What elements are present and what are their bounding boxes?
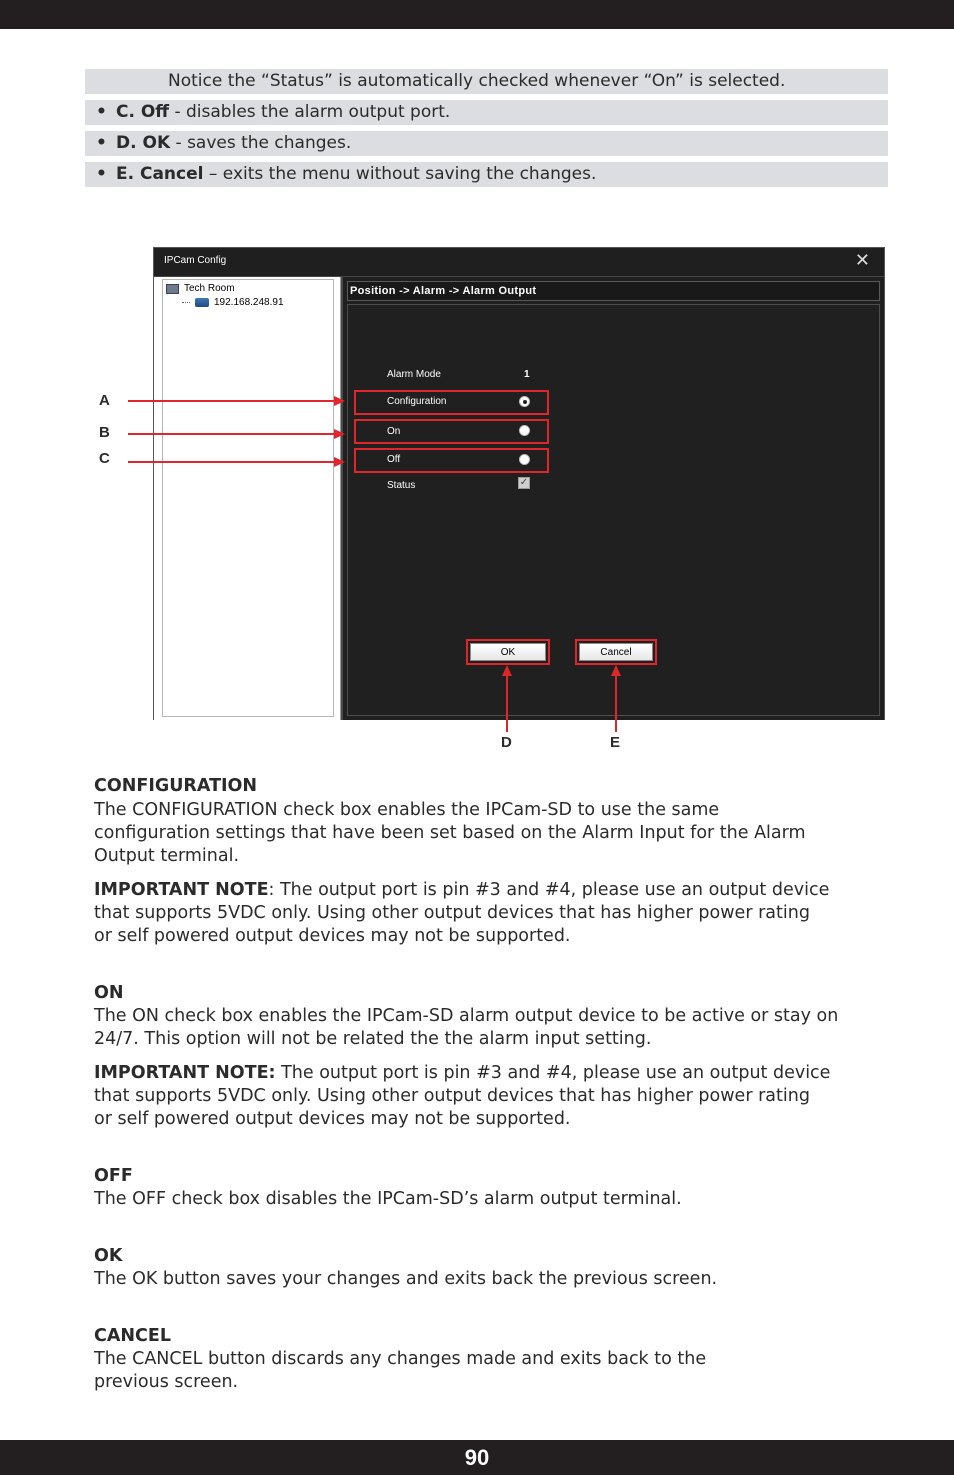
callout-a: A xyxy=(99,392,110,409)
bullet-list: Notice the “Status” is automatically che… xyxy=(85,69,888,193)
bullet-dot-icon: • xyxy=(96,164,107,184)
configuration-line: configuration settings that have been se… xyxy=(94,823,806,843)
ipcam-config-screenshot: IPCam Config ✕ Tech Room 192.168.248.91 … xyxy=(153,247,885,720)
on-line: The ON check box enables the IPCam-SD al… xyxy=(94,1006,839,1026)
important-note-text: The output port is pin #3 and #4, please… xyxy=(275,1063,831,1083)
status-checkbox[interactable]: ✓ xyxy=(518,477,530,489)
status-note: Notice the “Status” is automatically che… xyxy=(85,69,888,94)
breadcrumb: Position -> Alarm -> Alarm Output xyxy=(347,281,880,301)
important-note-line: or self powered output devices may not b… xyxy=(94,1109,571,1129)
configuration-body: The CONFIGURATION check box enables the … xyxy=(94,799,934,868)
arrow-b-line xyxy=(128,433,335,435)
footer-bar: 90 xyxy=(0,1440,954,1475)
bullet-item-cancel: • E. Cancel – exits the menu without savi… xyxy=(85,162,888,187)
off-radio[interactable] xyxy=(519,454,530,465)
bullet-label: C. Off xyxy=(116,102,170,122)
breadcrumb-text: Position -> Alarm -> Alarm Output xyxy=(350,285,537,297)
window-title: IPCam Config xyxy=(164,255,227,266)
page-number: 90 xyxy=(464,1444,490,1470)
alarm-mode-value: 1 xyxy=(524,369,530,380)
configuration-heading: CONFIGURATION xyxy=(94,776,258,796)
arrow-d-line xyxy=(506,675,508,732)
top-bar xyxy=(0,0,954,29)
important-note-line: that supports 5VDC only. Using other out… xyxy=(94,1086,810,1106)
device-tree-panel: Tech Room 192.168.248.91 xyxy=(154,277,341,720)
arrow-a-line xyxy=(128,400,335,402)
off-label: Off xyxy=(387,454,401,465)
on-body: The ON check box enables the IPCam-SD al… xyxy=(94,1005,934,1051)
configuration-label: Configuration xyxy=(387,396,447,407)
ok-button[interactable]: OK xyxy=(470,643,546,661)
status-label: Status xyxy=(387,480,416,491)
tree-child-label: 192.168.248.91 xyxy=(214,297,284,308)
important-note-1: IMPORTANT NOTE: The output port is pin #… xyxy=(94,879,934,948)
off-body: The OFF check box disables the IPCam-SD’… xyxy=(94,1189,682,1209)
callout-d: D xyxy=(501,734,512,751)
device-tree: Tech Room 192.168.248.91 xyxy=(162,279,334,717)
cancel-body: The CANCEL button discards any changes m… xyxy=(94,1348,934,1394)
window-title-bar: IPCam Config ✕ xyxy=(154,248,884,277)
cancel-button[interactable]: Cancel xyxy=(579,643,653,661)
important-note-2: IMPORTANT NOTE: The output port is pin #… xyxy=(94,1062,934,1131)
on-label: On xyxy=(387,426,401,437)
configuration-line: The CONFIGURATION check box enables the … xyxy=(94,800,720,820)
configuration-radio[interactable] xyxy=(519,396,530,407)
alarm-mode-label: Alarm Mode xyxy=(387,369,441,380)
callout-b: B xyxy=(99,424,110,441)
tree-root-label: Tech Room xyxy=(184,283,235,294)
off-heading: OFF xyxy=(94,1166,133,1186)
arrow-e-line xyxy=(615,675,617,732)
cancel-line: The CANCEL button discards any changes m… xyxy=(94,1349,707,1369)
camera-icon xyxy=(195,298,209,307)
ok-button-highlight: OK xyxy=(466,639,550,665)
on-radio[interactable] xyxy=(519,425,530,436)
bullet-item-ok: • D. OK - saves the changes. xyxy=(85,131,888,156)
important-note-line: or self powered output devices may not b… xyxy=(94,926,571,946)
bullet-dot-icon: • xyxy=(96,102,107,122)
cancel-heading: CANCEL xyxy=(94,1326,171,1346)
status-note-text: Notice the “Status” is automatically che… xyxy=(168,71,786,91)
important-note-line: that supports 5VDC only. Using other out… xyxy=(94,903,810,923)
alarm-output-panel: Position -> Alarm -> Alarm Output Alarm … xyxy=(341,277,884,720)
important-note-label: IMPORTANT NOTE xyxy=(94,880,269,900)
cancel-button-highlight: Cancel xyxy=(575,639,657,665)
on-line: 24/7. This option will not be related th… xyxy=(94,1029,652,1049)
cancel-line: previous screen. xyxy=(94,1372,239,1392)
arrow-a-head-icon xyxy=(334,396,345,406)
callout-c: C xyxy=(99,450,110,467)
on-heading: ON xyxy=(94,983,124,1003)
ok-heading: OK xyxy=(94,1246,123,1266)
tree-item-camera[interactable]: 192.168.248.91 xyxy=(182,297,284,308)
bullet-text: – exits the menu without saving the chan… xyxy=(203,164,597,184)
important-note-label: IMPORTANT NOTE: xyxy=(94,1063,276,1083)
bullet-dot-icon: • xyxy=(96,133,107,153)
bullet-text: - disables the alarm output port. xyxy=(169,102,451,122)
arrow-b-head-icon xyxy=(334,429,345,439)
bullet-text: - saves the changes. xyxy=(170,133,352,153)
bullet-label: E. Cancel xyxy=(116,164,204,184)
ok-body: The OK button saves your changes and exi… xyxy=(94,1269,718,1289)
arrow-c-head-icon xyxy=(334,457,345,467)
callout-e: E xyxy=(610,734,621,751)
tree-connector xyxy=(182,302,190,303)
bullet-label: D. OK xyxy=(116,133,171,153)
important-note-text: : The output port is pin #3 and #4, plea… xyxy=(268,880,830,900)
bullet-item-off: • C. Off - disables the alarm output port… xyxy=(85,100,888,125)
tree-item-tech-room[interactable]: Tech Room xyxy=(166,283,235,294)
close-icon[interactable]: ✕ xyxy=(855,251,870,271)
arrow-c-line xyxy=(128,461,335,463)
group-icon xyxy=(166,283,179,294)
configuration-line: Output terminal. xyxy=(94,846,240,866)
